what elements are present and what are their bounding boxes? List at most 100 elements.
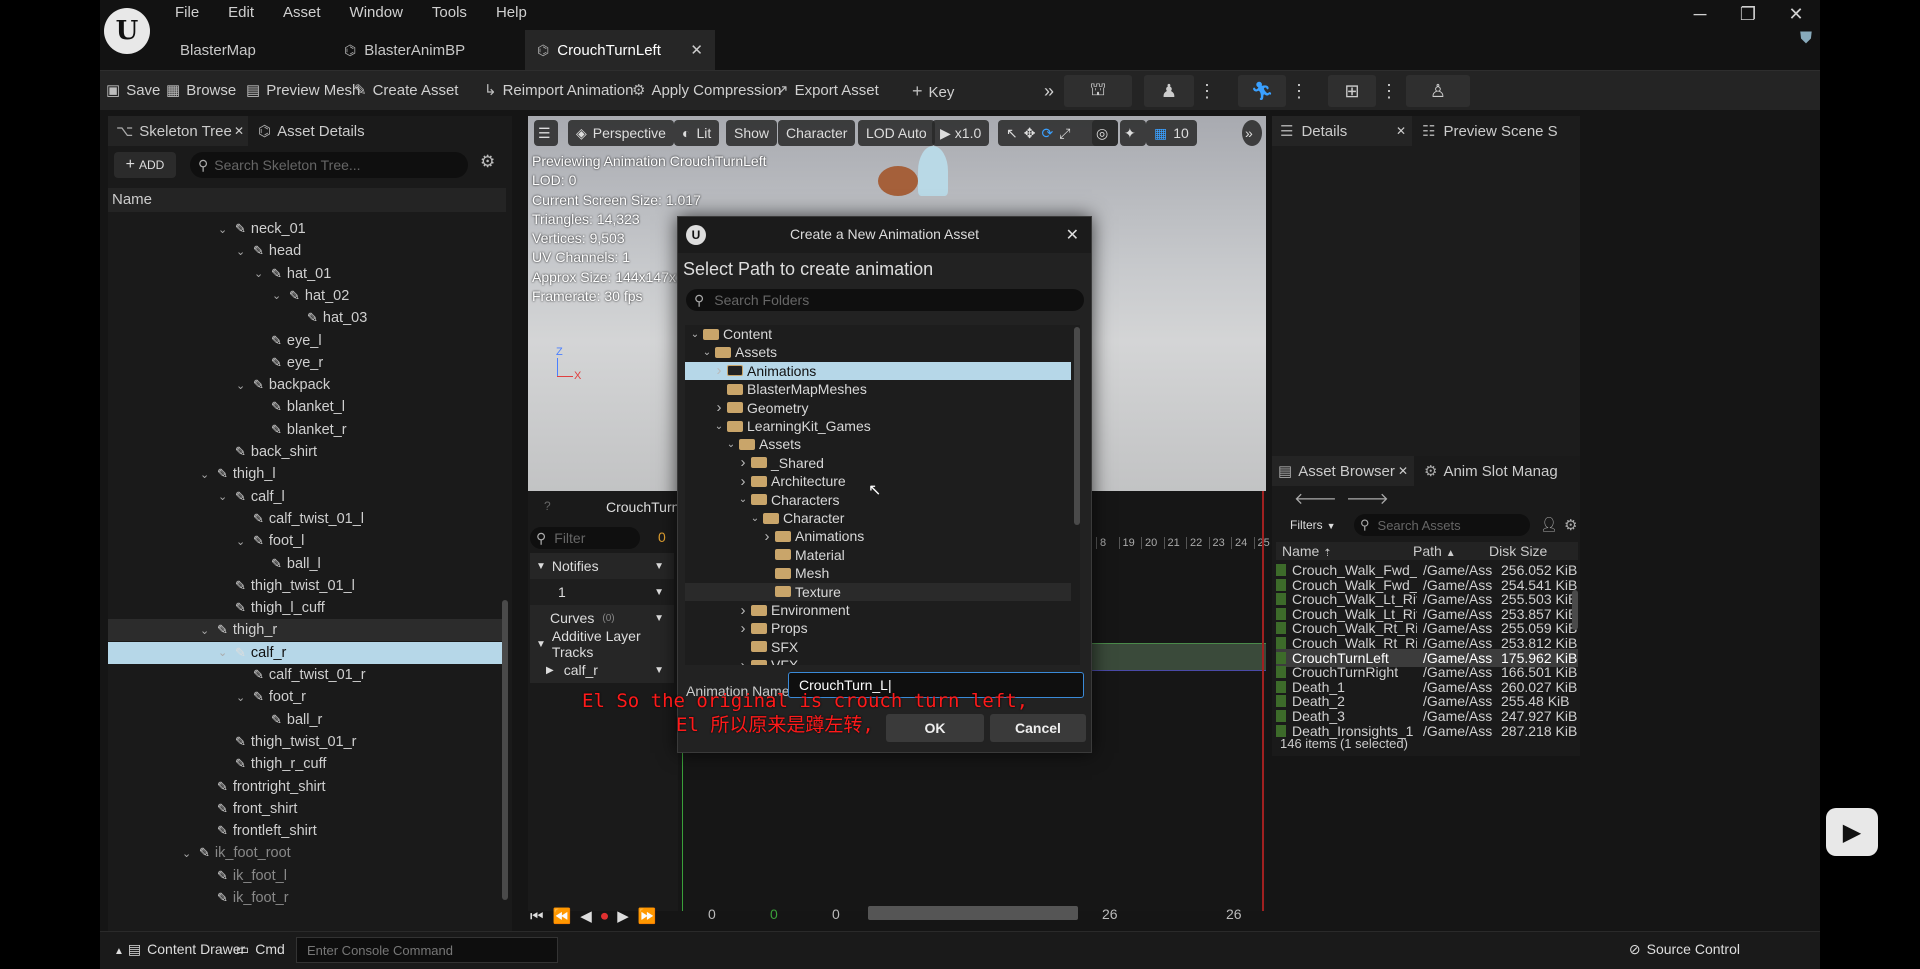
chevron-down-icon[interactable]: ⌄ bbox=[236, 535, 248, 548]
range-start[interactable]: 0 bbox=[708, 906, 716, 922]
skeleton-search-input[interactable]: ⚲ Search Skeleton Tree... bbox=[190, 152, 468, 178]
folder-row[interactable]: ⌄ Assets bbox=[685, 435, 1071, 453]
chevron-right-icon[interactable]: › bbox=[737, 602, 749, 619]
tree-row[interactable]: ✎ back_shirt bbox=[218, 441, 317, 463]
dropdown-icon[interactable]: ▼ bbox=[654, 665, 664, 676]
video-play-badge-icon[interactable]: ▶ bbox=[1826, 808, 1878, 856]
tree-row[interactable]: ⌄ ✎ calf_l bbox=[218, 486, 285, 508]
play-icon[interactable]: ▶ bbox=[617, 907, 629, 925]
asset-scrollbar[interactable] bbox=[1572, 590, 1578, 630]
folder-row[interactable]: ⌄ Character bbox=[685, 509, 1071, 527]
tree-row[interactable]: ✎ ik_foot_l bbox=[200, 865, 287, 887]
tab-skeleton-tree[interactable]: ⌥ Skeleton Tree ✕ bbox=[108, 116, 248, 146]
hamburger-menu-icon[interactable]: ☰ bbox=[534, 120, 558, 146]
tree-row[interactable]: ⌄ ✎ ik_foot_root bbox=[182, 842, 291, 864]
anim-tab[interactable]: CrouchTurn bbox=[534, 499, 679, 519]
save-button[interactable]: ▣ Save bbox=[106, 81, 160, 99]
dropdown-icon[interactable]: ▼ bbox=[654, 587, 664, 598]
filters-button[interactable]: Filters ▼ bbox=[1290, 518, 1336, 532]
folder-row[interactable]: › Geometry bbox=[685, 399, 1071, 417]
close-icon[interactable]: ✕ bbox=[1772, 4, 1820, 25]
track-filter-input[interactable]: ⚲ Filter bbox=[530, 527, 640, 549]
tree-row[interactable]: ✎ thigh_l_cuff bbox=[218, 597, 325, 619]
tree-row[interactable]: ✎ thigh_twist_01_r bbox=[218, 731, 357, 753]
settings-gear-icon[interactable]: ⚙ bbox=[1564, 516, 1577, 534]
folder-row[interactable]: ⌄ Content bbox=[685, 325, 1071, 343]
chevron-down-icon[interactable]: ⌄ bbox=[689, 329, 701, 340]
close-tab-icon[interactable]: ✕ bbox=[234, 124, 244, 138]
person-filter-icon[interactable]: 👤︎ bbox=[1540, 516, 1558, 533]
grid-snap-button[interactable]: ▦ 10 bbox=[1146, 120, 1197, 146]
tab-blasteranimbp[interactable]: ⌬ BlasterAnimBP bbox=[332, 30, 477, 70]
menu-asset[interactable]: Asset bbox=[283, 4, 321, 21]
chevron-down-icon[interactable]: ⌄ bbox=[236, 691, 248, 704]
folder-row[interactable]: BlasterMapMeshes bbox=[685, 380, 1071, 398]
skeleton-mode-button[interactable]: ⛫ bbox=[1064, 75, 1132, 107]
additive-layer-tracks[interactable]: ▼ Additive Layer Tracks bbox=[530, 628, 674, 660]
menu-file[interactable]: File bbox=[175, 4, 199, 21]
physics-mode-button[interactable]: ♙ bbox=[1406, 75, 1470, 107]
forward-arrow-icon[interactable]: 🡒 bbox=[1346, 488, 1389, 509]
tab-asset-browser[interactable]: ▤ Asset Browser ✕ bbox=[1272, 456, 1414, 486]
chevron-down-icon[interactable]: ⌄ bbox=[254, 267, 266, 280]
tree-row[interactable]: ✎ frontleft_shirt bbox=[200, 820, 317, 842]
tree-row[interactable]: ⌄ ✎ thigh_r bbox=[108, 619, 506, 642]
chevron-right-icon[interactable]: › bbox=[737, 473, 749, 490]
apply-compression-button[interactable]: ⚙ Apply Compression bbox=[632, 81, 782, 99]
help-icon[interactable]: ? bbox=[544, 499, 551, 513]
tree-row[interactable]: ✎ calf_twist_01_r bbox=[236, 664, 366, 686]
reimport-animation-button[interactable]: ↳ Reimport Animation bbox=[484, 81, 633, 99]
close-tab-icon[interactable]: ✕ bbox=[1396, 124, 1406, 138]
folder-row[interactable]: › VFX bbox=[685, 656, 1071, 665]
animation-mode-button[interactable]: 🏃︎ bbox=[1238, 75, 1286, 107]
surface-snap-icon[interactable]: ✦ bbox=[1120, 120, 1146, 146]
chevron-right-icon[interactable]: › bbox=[737, 620, 749, 637]
folder-row[interactable]: › Animations bbox=[685, 527, 1071, 545]
folder-scrollbar[interactable] bbox=[1074, 327, 1080, 525]
close-tab-icon[interactable]: ✕ bbox=[690, 41, 703, 59]
ok-button[interactable]: OK bbox=[886, 714, 984, 742]
folder-row[interactable]: › Environment bbox=[685, 601, 1071, 619]
tab-anim-slot-manager[interactable]: ⚙ Anim Slot Manag bbox=[1424, 456, 1580, 486]
folder-row[interactable]: ⌄ LearningKit_Games bbox=[685, 417, 1071, 435]
chevron-down-icon[interactable]: ⌄ bbox=[200, 468, 212, 481]
tab-crouchturnleft[interactable]: ⌬ CrouchTurnLeft ✕ bbox=[525, 30, 715, 70]
chevron-right-icon[interactable]: › bbox=[737, 454, 749, 471]
more-chevron-icon[interactable]: » bbox=[1044, 81, 1054, 102]
current-frame[interactable]: 0 bbox=[770, 906, 778, 922]
preview-mesh-button[interactable]: ▤ Preview Mesh bbox=[246, 81, 360, 99]
chevron-right-icon[interactable]: › bbox=[713, 362, 725, 379]
source-control-button[interactable]: ⊘ Source Control bbox=[1629, 941, 1740, 958]
tree-row[interactable]: ✎ front_shirt bbox=[200, 798, 297, 820]
export-asset-button[interactable]: ↗ Export Asset bbox=[776, 81, 879, 99]
move-icon[interactable]: ✥ bbox=[1024, 125, 1042, 142]
folder-row[interactable]: › Props bbox=[685, 619, 1071, 637]
tree-row[interactable]: ✎ thigh_r_cuff bbox=[218, 753, 326, 775]
menu-window[interactable]: Window bbox=[350, 4, 403, 21]
character-button[interactable]: Character bbox=[778, 120, 856, 146]
chevron-down-icon[interactable]: ⌄ bbox=[749, 513, 761, 524]
key-button[interactable]: + Key bbox=[912, 81, 954, 102]
mesh-mode-button[interactable]: ♟ bbox=[1144, 75, 1194, 107]
tab-preview-scene[interactable]: ☷ Preview Scene S bbox=[1422, 116, 1578, 146]
back-arrow-icon[interactable]: 🡐 bbox=[1294, 488, 1337, 509]
folder-row[interactable]: › Animations bbox=[685, 361, 1071, 380]
calf-r-track[interactable]: ▶ calf_r ▼ bbox=[530, 657, 674, 683]
create-asset-button[interactable]: ✎ Create Asset bbox=[354, 81, 458, 99]
chevron-down-icon[interactable]: ⌄ bbox=[236, 379, 248, 392]
chevron-down-icon[interactable]: ⌄ bbox=[218, 223, 230, 236]
rotate-icon[interactable]: ⟳ bbox=[1041, 125, 1059, 142]
chevron-down-icon[interactable]: ⌄ bbox=[737, 494, 749, 505]
tree-row[interactable]: ✎ frontright_shirt bbox=[200, 776, 326, 798]
menu-help[interactable]: Help bbox=[496, 4, 527, 21]
chevron-down-icon[interactable]: ⌄ bbox=[218, 646, 230, 659]
tree-row[interactable]: ✎ eye_r bbox=[254, 352, 323, 374]
expand-chevron-icon[interactable]: » bbox=[1242, 120, 1262, 146]
tab-blastermap[interactable]: BlasterMap bbox=[168, 30, 268, 70]
chevron-down-icon[interactable]: ⌄ bbox=[725, 439, 737, 450]
chevron-down-icon[interactable]: ⌄ bbox=[218, 490, 230, 503]
skip-start-icon[interactable]: ⏮ bbox=[530, 908, 544, 925]
asset-search-input[interactable]: ⚲ Search Assets bbox=[1354, 514, 1530, 536]
console-input[interactable]: Enter Console Command bbox=[296, 937, 558, 963]
content-drawer-button[interactable]: ▲ ▤ Content Drawer bbox=[114, 941, 245, 958]
